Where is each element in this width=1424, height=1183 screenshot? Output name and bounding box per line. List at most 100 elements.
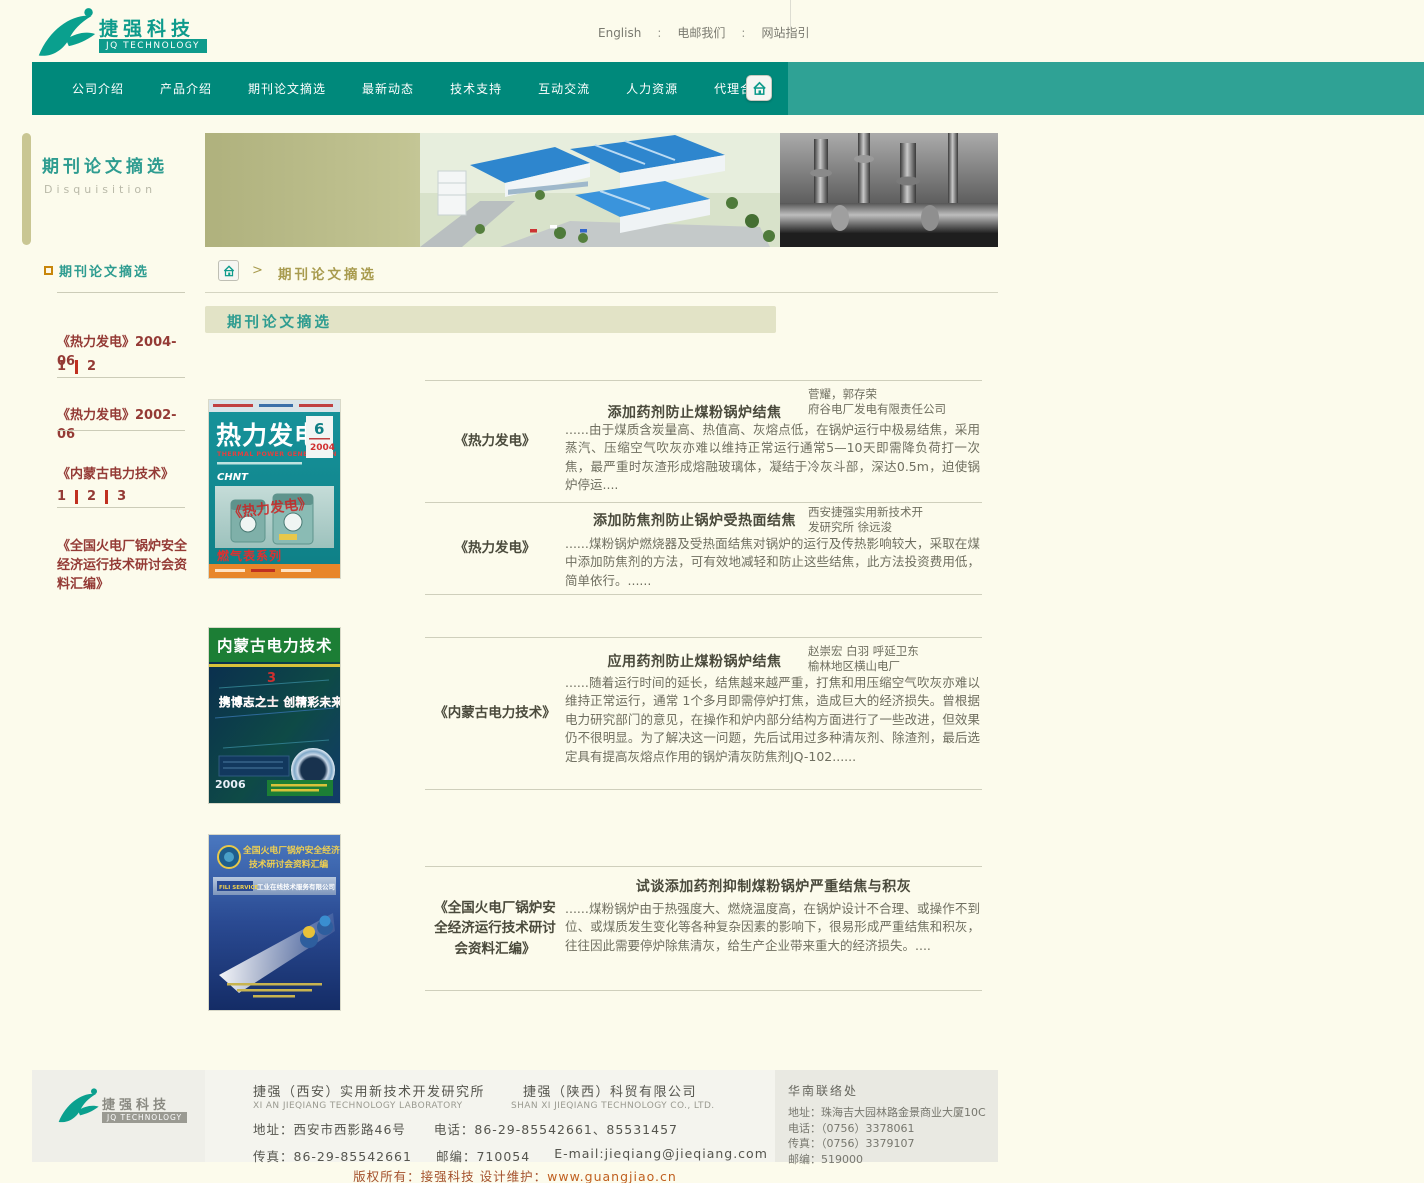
page-separator — [75, 360, 78, 374]
article-body: 添加药剂防止煤粉锅炉结焦 菅耀，郭存荣 府谷电厂发电有限责任公司 ......由… — [565, 381, 982, 502]
home-icon — [751, 80, 768, 97]
svg-text:工业在线技术服务有限公司: 工业在线技术服务有限公司 — [257, 882, 335, 891]
footer-company1-en: XI AN JIEQIANG TECHNOLOGY LABORATORY — [253, 1101, 473, 1111]
footer-company2-cn: 捷强（陕西）科贸有限公司 — [523, 1081, 697, 1100]
link-sitemap[interactable]: 网站指引 — [761, 24, 809, 41]
svg-text:6: 6 — [314, 420, 324, 438]
home-button[interactable] — [746, 75, 772, 101]
article-abstract: ......随着运行时间的延长，结焦越来越严重，打焦和用压缩空气吹灰亦难以维持正… — [565, 674, 980, 766]
footer-logo-text-cn: 捷强科技 — [102, 1094, 170, 1113]
hero-banner — [205, 133, 998, 247]
footer-contact-block: 捷强（西安）实用新技术开发研究所 捷强（陕西）科贸有限公司 XI AN JIEQ… — [205, 1070, 775, 1162]
factory-aerial-image — [420, 133, 780, 247]
breadcrumb-arrow: > — [252, 263, 263, 278]
svg-text:技术研讨会资料汇编: 技术研讨会资料汇编 — [249, 858, 328, 870]
copyright-line: 版权所有：接强科技 设计维护：www.guangjiao.cn — [32, 1166, 998, 1183]
nav-item-exchange[interactable]: 互动交流 — [538, 80, 590, 97]
section-title: 期刊论文摘选 — [227, 311, 332, 332]
sidebar-title: 期刊论文摘选 — [42, 152, 168, 177]
journal-name: 《热力发电》 — [425, 381, 565, 502]
page: 捷强科技 JQ TECHNOLOGY English : 电邮我们 : 网站指引… — [0, 0, 1424, 1183]
journal-cover-relifadian: 热力发电 THERMAL POWER GENERATION 6 2004 CHN… — [209, 400, 340, 578]
page-link-2[interactable]: 2 — [87, 489, 96, 504]
nav-item-company[interactable]: 公司介绍 — [72, 80, 124, 97]
south-office-title: 华南联络处 — [788, 1082, 986, 1099]
article-title: 试谈添加药剂抑制煤粉锅炉严重结焦与积灰 — [565, 876, 982, 896]
svg-text:2004: 2004 — [310, 443, 335, 453]
article-title: 应用药剂防止煤粉锅炉结焦 — [565, 651, 824, 671]
footer-address: 地址：西安市西影路46号 — [253, 1119, 406, 1138]
sidebar-current-label: 期刊论文摘选 — [59, 261, 149, 280]
footer-south-office-block: 华南联络处 地址：珠海吉大园林路金景商业大厦10C 电话：（0756）33780… — [775, 1070, 998, 1162]
nav-item-papers[interactable]: 期刊论文摘选 — [248, 80, 326, 97]
main-nav-strip: 公司介绍 产品介绍 期刊论文摘选 最新动态 技术支持 互动交流 人力资源 代理合… — [32, 62, 788, 115]
authors-line: 发研究所 徐远浚 — [808, 520, 980, 535]
main-nav: 公司介绍 产品介绍 期刊论文摘选 最新动态 技术支持 互动交流 人力资源 代理合… — [32, 62, 1424, 115]
nav-item-news[interactable]: 最新动态 — [362, 80, 414, 97]
article-abstract: ......煤粉锅炉由于热强度大、燃烧温度高，在锅炉设计不合理、或操作不到位、或… — [565, 900, 980, 955]
link-english[interactable]: English — [598, 26, 641, 40]
sidebar-pages-group0: 1 2 — [57, 359, 96, 374]
journal-name: 《全国火电厂锅炉安全经济运行技术研讨会资料汇编》 — [425, 867, 565, 990]
article-row: 《热力发电》 添加防焦剂防止锅炉受热面结焦 西安捷强实用新技术开 发研究所 徐远… — [425, 502, 982, 595]
copyright-text: 版权所有：接强科技 设计维护： — [353, 1169, 547, 1183]
footer-logo-block: 捷强科技 JQ TECHNOLOGY — [32, 1070, 205, 1162]
link-email-us[interactable]: 电邮我们 — [677, 24, 725, 41]
article-body: 应用药剂防止煤粉锅炉结焦 赵崇宏 白羽 呼延卫东 榆林地区横山电厂 ......… — [565, 638, 982, 789]
svg-text:CHNT: CHNT — [217, 472, 249, 483]
sidebar-item-papers[interactable]: 期刊论文摘选 — [44, 261, 149, 280]
journal-cover-neimenggu: 内蒙古电力技术 3 携博志之士 创精彩未来 2006 — [209, 628, 340, 803]
page-link-1[interactable]: 1 — [57, 359, 66, 374]
company-logo[interactable]: 捷强科技 JQ TECHNOLOGY — [35, 6, 220, 58]
page-link-1[interactable]: 1 — [57, 489, 66, 504]
south-office-address: 地址：珠海吉大园林路金景商业大厦10C — [788, 1105, 986, 1121]
sidebar-divider — [57, 292, 185, 293]
page-link-2[interactable]: 2 — [87, 359, 96, 374]
logo-text-cn: 捷强科技 — [99, 14, 195, 41]
breadcrumb-current[interactable]: 期刊论文摘选 — [278, 263, 377, 283]
article-row: 《热力发电》 添加药剂防止煤粉锅炉结焦 菅耀，郭存荣 府谷电厂发电有限责任公司 … — [425, 380, 982, 502]
logo-text-en: JQ TECHNOLOGY — [99, 39, 207, 53]
article-abstract: ......煤粉锅炉燃烧器及受热面结焦对锅炉的运行及传热影响较大，采取在煤中添加… — [565, 535, 980, 590]
article-authors: 菅耀，郭存荣 府谷电厂发电有限责任公司 — [808, 387, 980, 417]
south-office-tel: 电话：（0756）3378061 — [788, 1121, 986, 1137]
page-separator — [75, 490, 78, 504]
section-title-bar: 期刊论文摘选 — [205, 306, 776, 333]
breadcrumb-divider — [205, 292, 998, 293]
bullet-icon — [44, 266, 53, 275]
nav-item-hr[interactable]: 人力资源 — [626, 80, 678, 97]
article-title: 添加药剂防止煤粉锅炉结焦 — [565, 402, 824, 422]
journal-cover-proceedings: 全国火电厂锅炉安全经济运行 技术研讨会资料汇编 FILI SERVICE 工业在… — [209, 835, 340, 1010]
article-authors: 西安捷强实用新技术开 发研究所 徐远浚 — [808, 505, 980, 535]
article-title: 添加防焦剂防止锅炉受热面结焦 — [565, 510, 824, 530]
article-authors: 赵崇宏 白羽 呼延卫东 榆林地区横山电厂 — [808, 644, 980, 674]
link-separator: : — [741, 26, 745, 40]
link-separator: : — [657, 26, 661, 40]
logo-swoosh-icon — [56, 1086, 100, 1126]
authors-line: 菅耀，郭存荣 — [808, 387, 980, 402]
authors-line: 赵崇宏 白羽 呼延卫东 — [808, 644, 980, 659]
nav-item-support[interactable]: 技术支持 — [450, 80, 502, 97]
sidebar-subtitle: Disquisition — [44, 183, 156, 196]
footer-logo-text-en: JQ TECHNOLOGY — [102, 1112, 187, 1123]
header-divider — [790, 0, 791, 30]
svg-text:携博志之士 创精彩未来: 携博志之士 创精彩未来 — [219, 695, 340, 709]
svg-text:全国火电厂锅炉安全经济运行: 全国火电厂锅炉安全经济运行 — [242, 844, 340, 856]
breadcrumb-home-button[interactable] — [218, 260, 239, 281]
sidebar-group-rlfd-2002[interactable]: 《热力发电》2002-06 — [57, 407, 189, 445]
svg-text:2006: 2006 — [215, 778, 246, 791]
svg-text:FILI SERVICE: FILI SERVICE — [219, 885, 259, 891]
sidebar-group-nmg[interactable]: 《内蒙古电力技术》 — [57, 466, 189, 485]
footer-email-link[interactable]: E-mail:jieqiang@jieqiang.com — [554, 1146, 768, 1165]
sidebar-divider — [57, 377, 185, 378]
authors-line: 榆林地区横山电厂 — [808, 659, 980, 674]
page-link-3[interactable]: 3 — [117, 489, 126, 504]
industrial-pipes-image — [780, 133, 998, 247]
sidebar-divider — [57, 507, 185, 508]
nav-item-products[interactable]: 产品介绍 — [160, 80, 212, 97]
designer-site-link[interactable]: www.guangjiao.cn — [547, 1169, 677, 1183]
sidebar-group-proceedings[interactable]: 《全国火电厂锅炉安全经济运行技术研讨会资料汇编》 — [57, 538, 189, 595]
home-icon — [222, 264, 236, 278]
svg-text:热力发电: 热力发电 — [216, 421, 320, 450]
article-row: 《全国火电厂锅炉安全经济运行技术研讨会资料汇编》 试谈添加药剂抑制煤粉锅炉严重结… — [425, 866, 982, 991]
